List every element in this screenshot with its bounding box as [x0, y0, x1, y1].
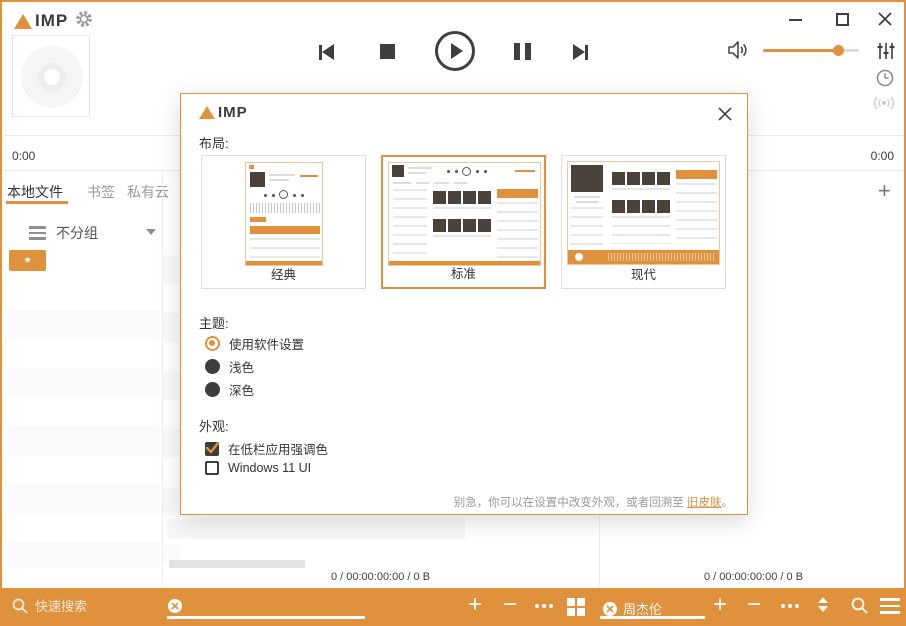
aimp-window: IMP [0, 0, 906, 626]
close-playlist-icon[interactable] [603, 602, 617, 616]
quick-search-icon [11, 597, 29, 615]
album-grid [612, 200, 670, 213]
radio-selected-icon [205, 336, 220, 351]
add-playlist-button[interactable]: + [878, 178, 891, 204]
sidebar-tab-local-files[interactable]: 本地文件 [7, 182, 63, 202]
search-playlist-icon[interactable] [850, 596, 869, 615]
logo-text: IMP [218, 104, 248, 121]
checkbox-unchecked-icon [205, 461, 219, 475]
wildcard-filter-button[interactable]: * [9, 250, 46, 271]
volume-slider-handle[interactable] [833, 45, 844, 56]
layout-option-standard[interactable]: 标准 [381, 155, 546, 289]
close-playlist-icon[interactable] [168, 599, 182, 613]
layout-label-classic: 经典 [202, 264, 365, 283]
maximize-button[interactable] [836, 13, 849, 26]
next-button[interactable] [573, 44, 588, 60]
play-icon [451, 43, 463, 59]
dialog-logo: IMP [199, 104, 248, 121]
logo-triangle-icon [14, 14, 32, 29]
playlist-rows-left [163, 226, 180, 562]
theme-radio-software[interactable]: 使用软件设置 [205, 334, 304, 353]
equalizer-icon[interactable] [876, 41, 896, 61]
theme-radio-light[interactable]: 浅色 [205, 357, 254, 376]
pause-button[interactable] [514, 43, 531, 60]
chevron-down-icon[interactable] [146, 229, 156, 235]
stop-button[interactable] [380, 44, 395, 59]
logo-text: IMP [35, 11, 68, 31]
layout-label-standard: 标准 [383, 263, 544, 282]
album-grid [433, 191, 491, 204]
dialog-close-icon[interactable] [716, 105, 734, 123]
file-browser-list [7, 310, 160, 568]
more-options-right[interactable] [781, 604, 799, 608]
quick-search-input[interactable] [33, 595, 153, 617]
menu-icon[interactable] [880, 598, 900, 614]
old-skin-link[interactable]: 旧皮肤 [687, 497, 722, 509]
settings-gear-icon[interactable] [75, 10, 93, 28]
volume-slider-fill [763, 49, 839, 52]
layout-preview-standard [388, 162, 541, 266]
dialog-hint: 别急，你可以在设置中改变外观，或者回溯至 旧皮肤。 [454, 494, 733, 510]
album-art [12, 35, 90, 117]
close-button[interactable] [876, 10, 894, 28]
time-elapsed: 0:00 [12, 149, 35, 163]
group-list-icon [29, 226, 46, 240]
minimize-button[interactable] [787, 12, 803, 28]
more-options-left[interactable] [535, 604, 553, 608]
theme-section-label: 主题: [199, 313, 229, 332]
playlist-status-left: 0 / 00:00:00:00 / 0 B [162, 571, 599, 583]
layout-label-modern: 现代 [562, 264, 725, 283]
layout-section-label: 布局: [199, 133, 229, 152]
radio-icon [205, 359, 220, 374]
remove-track-button-right[interactable]: − [747, 595, 761, 615]
layout-option-modern[interactable]: 现代 [561, 155, 726, 289]
group-selector-label: 不分组 [56, 223, 98, 243]
bottom-toolbar: + − 周杰伦 + − [2, 588, 904, 624]
time-remaining: 0:00 [871, 149, 894, 163]
layout-option-classic[interactable]: 经典 [201, 155, 366, 289]
playlist-tab-left[interactable] [168, 599, 182, 613]
logo-triangle-icon [199, 106, 215, 119]
active-tab-underline [6, 201, 68, 204]
app-logo: IMP [14, 11, 68, 31]
appearance-dialog: IMP 布局: [180, 93, 748, 515]
radio-icon [205, 382, 220, 397]
horizontal-scrollbar[interactable] [169, 560, 305, 568]
album-grid [433, 219, 491, 232]
playlist-group-band [167, 519, 465, 539]
checkbox-accent-bottom-bar[interactable]: 在低栏应用强调色 [205, 439, 328, 458]
remove-track-button-left[interactable]: − [503, 595, 517, 615]
scheduler-clock-icon[interactable] [875, 68, 895, 88]
album-grid [612, 172, 670, 185]
previous-button[interactable] [319, 44, 334, 60]
layout-preview-classic [245, 162, 323, 266]
playlist-tab-right-underline [600, 616, 705, 619]
add-track-button-left[interactable]: + [468, 595, 482, 615]
appearance-section-label: 外观: [199, 416, 229, 435]
add-track-button-right[interactable]: + [713, 595, 727, 615]
checkbox-windows11-ui[interactable]: Windows 11 UI [205, 461, 311, 475]
cd-disc-icon [21, 46, 83, 108]
sort-icon[interactable] [818, 597, 828, 612]
theme-radio-dark[interactable]: 深色 [205, 380, 254, 399]
radio-broadcast-icon[interactable] [871, 94, 897, 112]
playlist-status-right: 0 / 00:00:00:00 / 0 B [599, 571, 906, 583]
checkbox-checked-icon [205, 442, 219, 456]
volume-icon[interactable] [725, 38, 749, 62]
group-selector[interactable]: 不分组 [29, 223, 98, 243]
playlist-tab-left-underline [167, 616, 365, 619]
view-mode-grid-icon[interactable] [567, 598, 585, 616]
layout-preview-modern [567, 161, 720, 265]
play-button[interactable] [435, 31, 475, 71]
sidebar-tab-bookmarks[interactable]: 书签 [87, 182, 115, 202]
